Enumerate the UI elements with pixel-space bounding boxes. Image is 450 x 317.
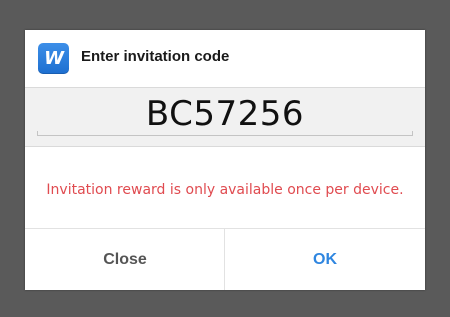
ok-button[interactable]: OK — [225, 229, 425, 290]
code-input-area: BC57256 — [25, 87, 425, 147]
dialog-header: W Enter invitation code — [25, 30, 425, 87]
invitation-code-value: BC57256 — [145, 94, 305, 134]
dialog-title: Enter invitation code — [81, 48, 230, 65]
close-button[interactable]: Close — [25, 229, 225, 290]
app-logo-letter: W — [44, 48, 64, 69]
invitation-code-input[interactable]: BC57256 — [37, 88, 413, 136]
dialog-buttons: Close OK — [25, 228, 425, 290]
app-logo-icon: W — [38, 43, 69, 74]
invitation-dialog: W Enter invitation code BC57256 Invitati… — [25, 30, 425, 290]
reward-message: Invitation reward is only available once… — [46, 182, 404, 198]
